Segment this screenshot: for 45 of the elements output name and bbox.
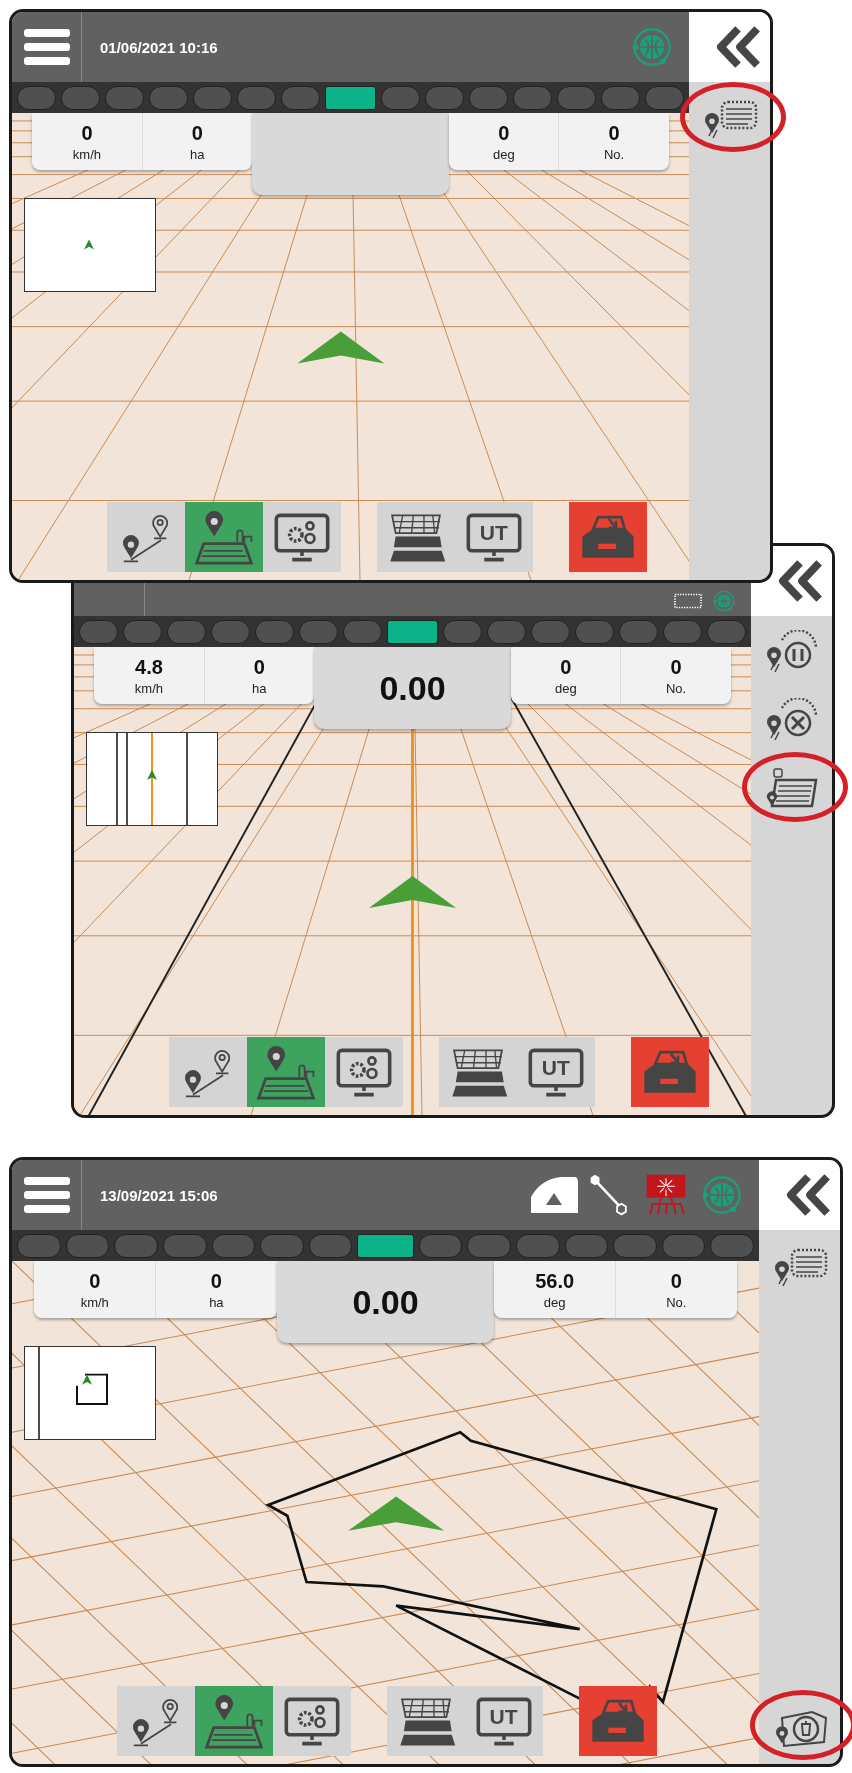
info-value: 4.8 xyxy=(135,655,163,679)
date-time: 01/06/2021 10:16 xyxy=(100,38,218,56)
double-chevron-icon xyxy=(778,559,824,603)
info-unit: km/h xyxy=(80,1294,109,1310)
collapse-button[interactable] xyxy=(778,559,824,603)
double-chevron-icon xyxy=(716,25,762,69)
info-value: 0 xyxy=(560,655,572,679)
info-value: 0 xyxy=(81,121,93,145)
info-value: 0 xyxy=(89,1269,101,1293)
field-button[interactable] xyxy=(194,1686,273,1756)
double-chevron-icon xyxy=(786,1173,832,1217)
collapse-button[interactable] xyxy=(716,25,762,69)
info-unit: deg xyxy=(543,1294,566,1310)
menu-icon xyxy=(23,29,70,65)
info-unit: ha xyxy=(190,146,205,162)
info-value: 0 xyxy=(253,655,265,679)
info-unit: No. xyxy=(665,680,687,696)
info-value: 0 xyxy=(608,121,620,145)
field-icon xyxy=(254,1044,317,1100)
info-unit: ha xyxy=(252,680,267,696)
info-value: 0 xyxy=(210,1269,222,1293)
info-unit: No. xyxy=(603,146,625,162)
info-unit: km/h xyxy=(134,680,163,696)
menu-icon xyxy=(23,1177,70,1213)
vehicle-icon xyxy=(369,876,456,908)
field-icon xyxy=(202,1693,265,1749)
info-unit: km/h xyxy=(72,146,101,162)
vehicle-icon xyxy=(297,331,385,364)
field-button[interactable] xyxy=(184,502,263,572)
info-unit: ha xyxy=(209,1294,224,1310)
field-icon xyxy=(192,509,255,565)
info-unit: No. xyxy=(666,1294,687,1310)
offset-value: 0.00 xyxy=(379,668,446,708)
info-value: 0 xyxy=(498,121,510,145)
info-value: 56.0 xyxy=(535,1269,575,1293)
collapse-button[interactable] xyxy=(786,1173,832,1217)
info-unit: deg xyxy=(554,680,577,696)
info-unit: deg xyxy=(492,146,515,162)
date-time: 13/09/2021 15:06 xyxy=(100,1186,218,1204)
field-button[interactable] xyxy=(246,1037,325,1107)
info-value: 0 xyxy=(670,655,682,679)
vehicle-icon xyxy=(348,1496,445,1531)
info-value: 0 xyxy=(191,121,203,145)
offset-value: 0.00 xyxy=(352,1282,419,1322)
info-value: 0 xyxy=(670,1269,682,1293)
